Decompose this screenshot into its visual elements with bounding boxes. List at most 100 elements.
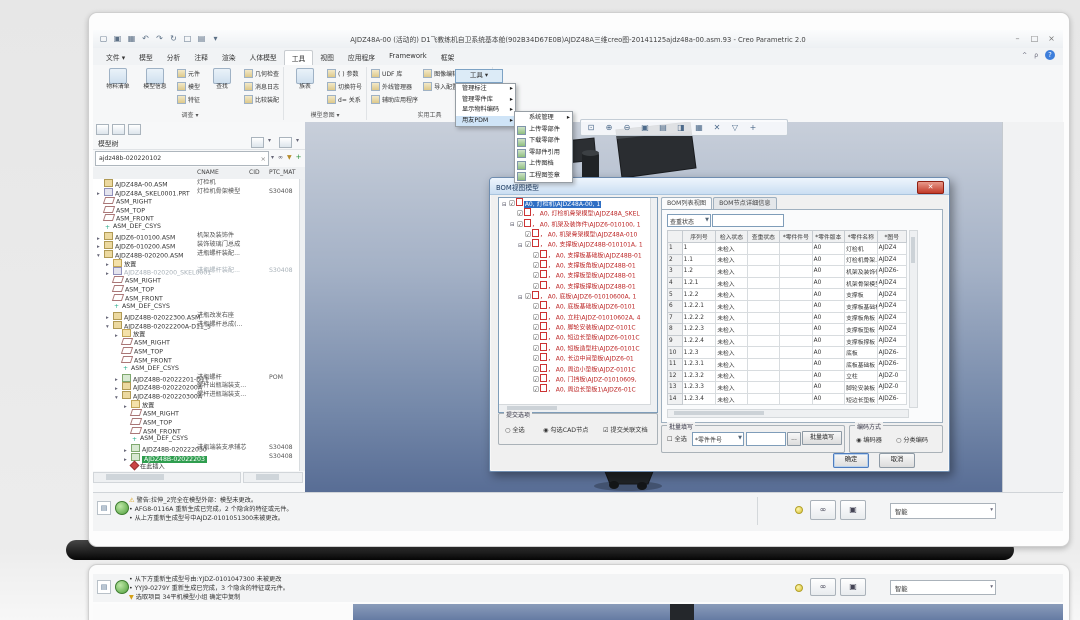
minimize-ribbon-icon[interactable]: ^ [1022, 52, 1027, 59]
bom-table-row[interactable]: 61.2.2.1未检入A0支撑板基础板AJDZ4 [668, 300, 907, 312]
ribbon-button-族表[interactable]: 族表 [288, 67, 322, 91]
bom-tree-row[interactable]: ⊟☑， A0, 底板\AJDZ6-01010600A, 1 [499, 291, 657, 301]
tree-row[interactable]: ▸放置 [93, 400, 299, 409]
ribbon-group-label[interactable]: 模型意图 ▾ [288, 109, 362, 120]
tree-row[interactable]: +ASM_DEF_CSYS [93, 435, 299, 444]
menu-item-用友PDM[interactable]: 用友PDM▸ [456, 116, 515, 127]
filter-icon[interactable]: ▼ [287, 154, 292, 161]
bom-tree-row[interactable]: ☑， A0, 周边小垫板\AJDZ-0101C [499, 364, 657, 374]
ribbon-button-模型[interactable]: 模型 [177, 80, 200, 92]
select-box-button[interactable]: ▣ [840, 500, 866, 520]
checkbox-checked-icon[interactable]: ☑ [533, 282, 539, 290]
ribbon-button-d= 关系[interactable]: d= 关系 [327, 93, 362, 105]
bom-tree-row[interactable]: ☑， A0, 短边长垫板\AJDZ6-0101C [499, 332, 657, 342]
bom-tree-row[interactable]: ☑， A0, 长边中间垫板\AJDZ6-01 [499, 353, 657, 363]
tree-h-scrollbar-right[interactable] [243, 472, 303, 483]
expander-icon[interactable]: ⊟ [518, 241, 525, 251]
display-style-icon[interactable]: ▤ [655, 122, 671, 134]
checkbox-checked-icon[interactable]: ☑ [533, 375, 539, 383]
bom-tree-row[interactable]: ⊟☑， A0, 支撑板\AJDZ48B-010101A, 1 [499, 239, 657, 249]
column-ptc-mat[interactable]: PTC_MAT [269, 169, 296, 176]
folder-browser-tab-icon[interactable] [112, 124, 125, 135]
bom-column-rownum[interactable] [668, 231, 683, 243]
tree-row[interactable]: 在此插入 [93, 462, 299, 471]
ribbon-button-( ) 参数[interactable]: ( ) 参数 [327, 67, 362, 79]
ribbon-button-特征[interactable]: 特征 [177, 93, 200, 105]
checkbox-checked-icon[interactable]: ☑ [533, 355, 539, 363]
menu-tab-应用程序[interactable]: 应用程序 [341, 50, 382, 65]
ribbon-button-模型信息[interactable]: 模型信息 [138, 67, 172, 91]
ribbon-button-消息日志[interactable]: 消息日志 [244, 80, 279, 92]
ok-button[interactable]: 确定 [833, 453, 869, 468]
batch-field-combo[interactable]: *零件件号▼ [692, 432, 744, 446]
checkbox-checked-icon[interactable]: ☑ [533, 313, 539, 321]
ribbon-button-比较装配[interactable]: 比较装配 [244, 93, 279, 105]
bom-column-*零件件号[interactable]: *零件件号 [780, 231, 812, 243]
menu-tab-模型[interactable]: 模型 [132, 50, 160, 65]
chevron-down-icon[interactable]: ▾ [271, 154, 274, 161]
minimize-button[interactable]: – [1012, 33, 1023, 44]
bom-table-row[interactable]: 11未检入A0灯检机AJDZ4 [668, 243, 907, 255]
maximize-button[interactable]: □ [1029, 33, 1040, 44]
menu-tab-人体模型[interactable]: 人体模型 [243, 50, 284, 65]
checkbox-checked-icon[interactable]: ☑ [533, 251, 539, 259]
radio-select-all[interactable]: ○ 全选 [505, 425, 525, 434]
checkbox-checked-icon[interactable]: ☑ [517, 210, 523, 218]
bom-table-row[interactable]: 101.2.3未检入A0底板AJDZ6- [668, 347, 907, 359]
bom-tree-row[interactable]: ☑， A0, 支撑板基础板\AJDZ48B-01 [499, 250, 657, 260]
menu-item-上传零部件[interactable]: 上传零部件 [515, 124, 572, 136]
menu-item-系统管理[interactable]: 系统管理▸ [515, 112, 572, 124]
model-tree-tab-icon[interactable] [96, 124, 109, 135]
favorites-tab-icon[interactable] [128, 124, 141, 135]
bom-tree-row[interactable]: ⊟☑， A0, 机架及装饰件\AJDZ6-010100, 1 [499, 219, 657, 229]
zoom-out-icon[interactable]: ⊖ [619, 122, 635, 134]
tree-row[interactable]: +ASM_DEF_CSYS [93, 303, 299, 312]
tree-h-scrollbar-left[interactable] [93, 472, 241, 483]
checkbox-checked-icon[interactable]: ☑ [533, 365, 539, 373]
radio-classify[interactable]: ○ 分类编码 [896, 435, 928, 444]
command-search-icon[interactable]: ρ [1034, 52, 1038, 59]
dialog-close-button[interactable]: ✕ [917, 181, 944, 194]
menu-tab-文件[interactable]: 文件 ▾ [99, 50, 132, 65]
bom-table-row[interactable]: 51.2.2未检入A0支撑板AJDZ4 [668, 289, 907, 301]
bom-table-row[interactable]: 31.2未检入A0机架及装饰件AJDZ6- [668, 266, 907, 278]
bom-column-检入状态[interactable]: 检入状态 [716, 231, 747, 243]
find-button[interactable]: ∞ [810, 578, 836, 596]
saved-orientations-icon[interactable]: ◨ [673, 122, 689, 134]
checkbox-checked-icon[interactable]: ☑ [533, 334, 539, 342]
bom-tree-row[interactable]: ☑， A0, 脚轮安装板\AJDZ-0101C [499, 322, 657, 332]
tree-row[interactable]: ASM_RIGHT [93, 197, 299, 206]
menu-tab-渲染[interactable]: 渲染 [215, 50, 243, 65]
batch-fill-button[interactable]: 批量填写 [802, 431, 842, 445]
radio-cad-nodes[interactable]: ◉ 勾选CAD节点 [543, 425, 588, 434]
tools-flyout-button[interactable]: 工具 ▾ [455, 69, 503, 83]
checkbox-checked-icon[interactable]: ☑ [533, 272, 539, 280]
tree-row[interactable]: ▸AJDZ48B-02022203S30408 [93, 453, 299, 462]
tree-row[interactable]: ▸AJDZ48B-020220200A螺杆出瓶端装支... [93, 382, 299, 391]
menu-tab-分析[interactable]: 分析 [160, 50, 188, 65]
view-manager-icon[interactable]: ▦ [691, 122, 707, 134]
tree-row[interactable]: ASM_FRONT [93, 294, 299, 303]
menu-item-显示物料编码[interactable]: 显示物料编码▸ [456, 105, 515, 116]
checkbox-checked-icon[interactable]: ☑ [533, 386, 539, 394]
menu-item-下载零部件[interactable]: 下载零部件 [515, 135, 572, 147]
ribbon-group-label[interactable]: 调查 ▾ [101, 109, 279, 120]
dup-status-combo[interactable]: 查重状态 ▼ [667, 214, 711, 227]
ribbon-button-UDF 库[interactable]: UDF 库 [371, 67, 418, 79]
tree-toggle-icon[interactable]: ▤ [97, 501, 111, 515]
add-filter-icon[interactable]: + [296, 153, 302, 161]
tree-row[interactable]: +ASM_DEF_CSYS [93, 223, 299, 232]
batch-value-input[interactable] [746, 432, 786, 446]
menu-item-上传图档[interactable]: 上传图档 [515, 158, 572, 170]
ribbon-button-辅助应用程序[interactable]: 辅助应用程序 [371, 93, 418, 105]
check-related-docs[interactable]: ☑ 提交关联文档 [603, 425, 648, 434]
dialog-tab-BOM列表视图[interactable]: BOM列表视图 [661, 197, 712, 209]
ribbon-button-查找[interactable]: 查找 [205, 67, 239, 91]
selection-filter-combo[interactable]: 智能 ▾ [890, 503, 996, 519]
tree-row[interactable]: ▸AJDZ48B-020200_SKEL0001进瓶螺杆装配...S30408 [93, 267, 299, 276]
checkbox-checked-icon[interactable]: ☑ [533, 344, 539, 352]
bom-tree-row[interactable]: ☑， A0, 灯检机骨架模型\AJDZ48A_SKEL [499, 208, 657, 218]
checkbox-checked-icon[interactable]: ☑ [533, 303, 539, 311]
menu-item-管理零件库[interactable]: 管理零件库▸ [456, 95, 515, 106]
tree-row[interactable]: ASM_RIGHT [93, 409, 299, 418]
